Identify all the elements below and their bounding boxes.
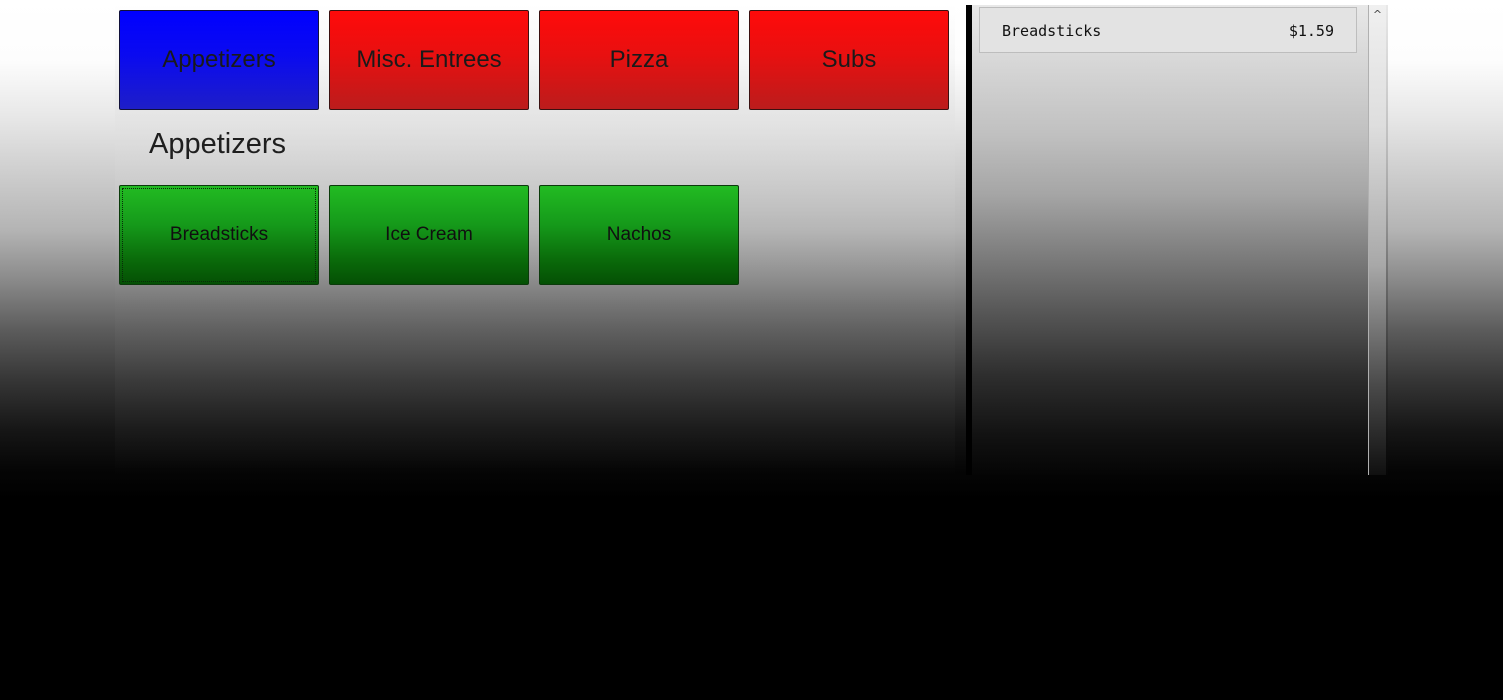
category-button-misc-entrees[interactable]: Misc. Entrees [329,10,529,110]
order-item-price: $1.59 [1288,22,1334,40]
item-label: Breadsticks [169,224,269,245]
category-button-appetizers[interactable]: Appetizers [119,10,319,110]
order-item-name: Breadsticks [1002,22,1102,40]
category-button-subs[interactable]: Subs [749,10,949,110]
order-line-item[interactable]: Breadsticks $1.59 [979,7,1357,53]
order-list-scrollbar[interactable]: ^ [1368,5,1386,475]
item-button-breadsticks[interactable]: Breadsticks [119,185,319,285]
category-button-pizza[interactable]: Pizza [539,10,739,110]
order-list: Breadsticks $1.59 ^ [972,5,1388,475]
item-button-nachos[interactable]: Nachos [539,185,739,285]
item-button-ice-cream[interactable]: Ice Cream [329,185,529,285]
item-label: Nachos [606,224,672,245]
section-title: Appetizers [149,128,287,160]
item-label: Ice Cream [385,224,473,245]
scroll-up-arrow-icon[interactable]: ^ [1369,5,1386,23]
